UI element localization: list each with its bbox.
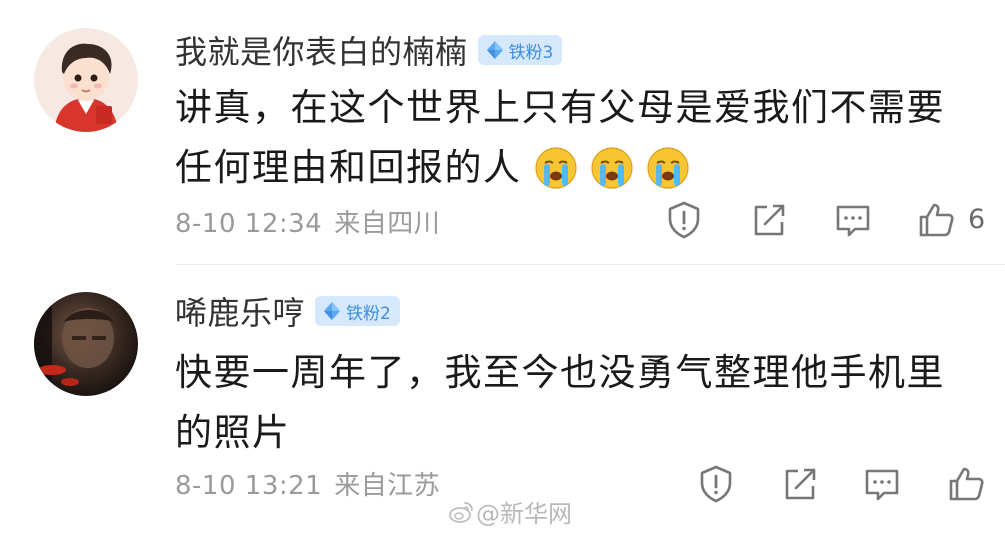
- fan-badge[interactable]: 铁粉2: [315, 296, 400, 326]
- comment-location: 来自江苏: [334, 471, 441, 501]
- username[interactable]: 唏鹿乐哼: [175, 288, 305, 334]
- comment-meta: 8-10 13:21 来自江苏: [175, 465, 440, 502]
- comment-location: 来自四川: [334, 209, 441, 239]
- avatar[interactable]: [34, 292, 138, 396]
- diamond-icon: [486, 41, 503, 59]
- share-button[interactable]: [749, 200, 789, 240]
- avatar[interactable]: [34, 28, 138, 132]
- report-button[interactable]: [664, 200, 704, 240]
- reply-button[interactable]: [862, 464, 902, 504]
- share-button[interactable]: [780, 464, 820, 504]
- comment-time: 8-10 12:34: [175, 209, 323, 239]
- username[interactable]: 我就是你表白的楠楠: [175, 27, 468, 73]
- diamond-icon: [324, 302, 341, 320]
- fan-badge-label: 铁粉3: [508, 42, 554, 63]
- share-icon: [785, 468, 816, 500]
- crying-face-emoji: [590, 146, 634, 190]
- like-icon: [949, 467, 984, 501]
- comment-item: 唏鹿乐哼 铁粉2 快要一周年了，我至今也没勇气整理他手机里的照片 8-10 13…: [0, 265, 1005, 533]
- comment-icon: [836, 205, 870, 237]
- comment-text: 快要一周年了，我至今也没勇气整理他手机里的照片: [175, 343, 975, 463]
- report-button[interactable]: [696, 464, 736, 504]
- weibo-logo-icon: [449, 501, 473, 523]
- report-icon: [700, 465, 732, 503]
- watermark-text: @新华网: [476, 500, 572, 528]
- like-button[interactable]: [946, 464, 986, 504]
- crying-face-emoji: [646, 146, 690, 190]
- comment-meta: 8-10 12:34 来自四川: [175, 203, 440, 240]
- report-icon: [668, 201, 700, 239]
- comment-item: 我就是你表白的楠楠 铁粉3 讲真，在这个世界上只有父母是爱我们不需要任何理由和回…: [0, 0, 1005, 265]
- like-count: 6: [968, 204, 986, 235]
- comment-text-content: 快要一周年了，我至今也没勇气整理他手机里的照片: [175, 351, 945, 454]
- comment-text: 讲真，在这个世界上只有父母是爱我们不需要任何理由和回报的人: [175, 78, 975, 198]
- watermark: @新华网: [448, 494, 572, 529]
- comment-icon: [865, 469, 899, 501]
- emoji-group: [522, 146, 690, 189]
- crying-face-emoji: [534, 146, 578, 190]
- username-row: 唏鹿乐哼 铁粉2: [175, 289, 400, 333]
- fan-badge-label: 铁粉2: [346, 303, 391, 324]
- reply-button[interactable]: [833, 200, 873, 240]
- share-icon: [754, 204, 785, 236]
- username-row: 我就是你表白的楠楠 铁粉3: [175, 27, 563, 73]
- comment-time: 8-10 13:21: [175, 471, 323, 501]
- fan-badge[interactable]: 铁粉3: [477, 35, 563, 65]
- like-button[interactable]: [916, 200, 956, 240]
- like-icon: [919, 203, 954, 237]
